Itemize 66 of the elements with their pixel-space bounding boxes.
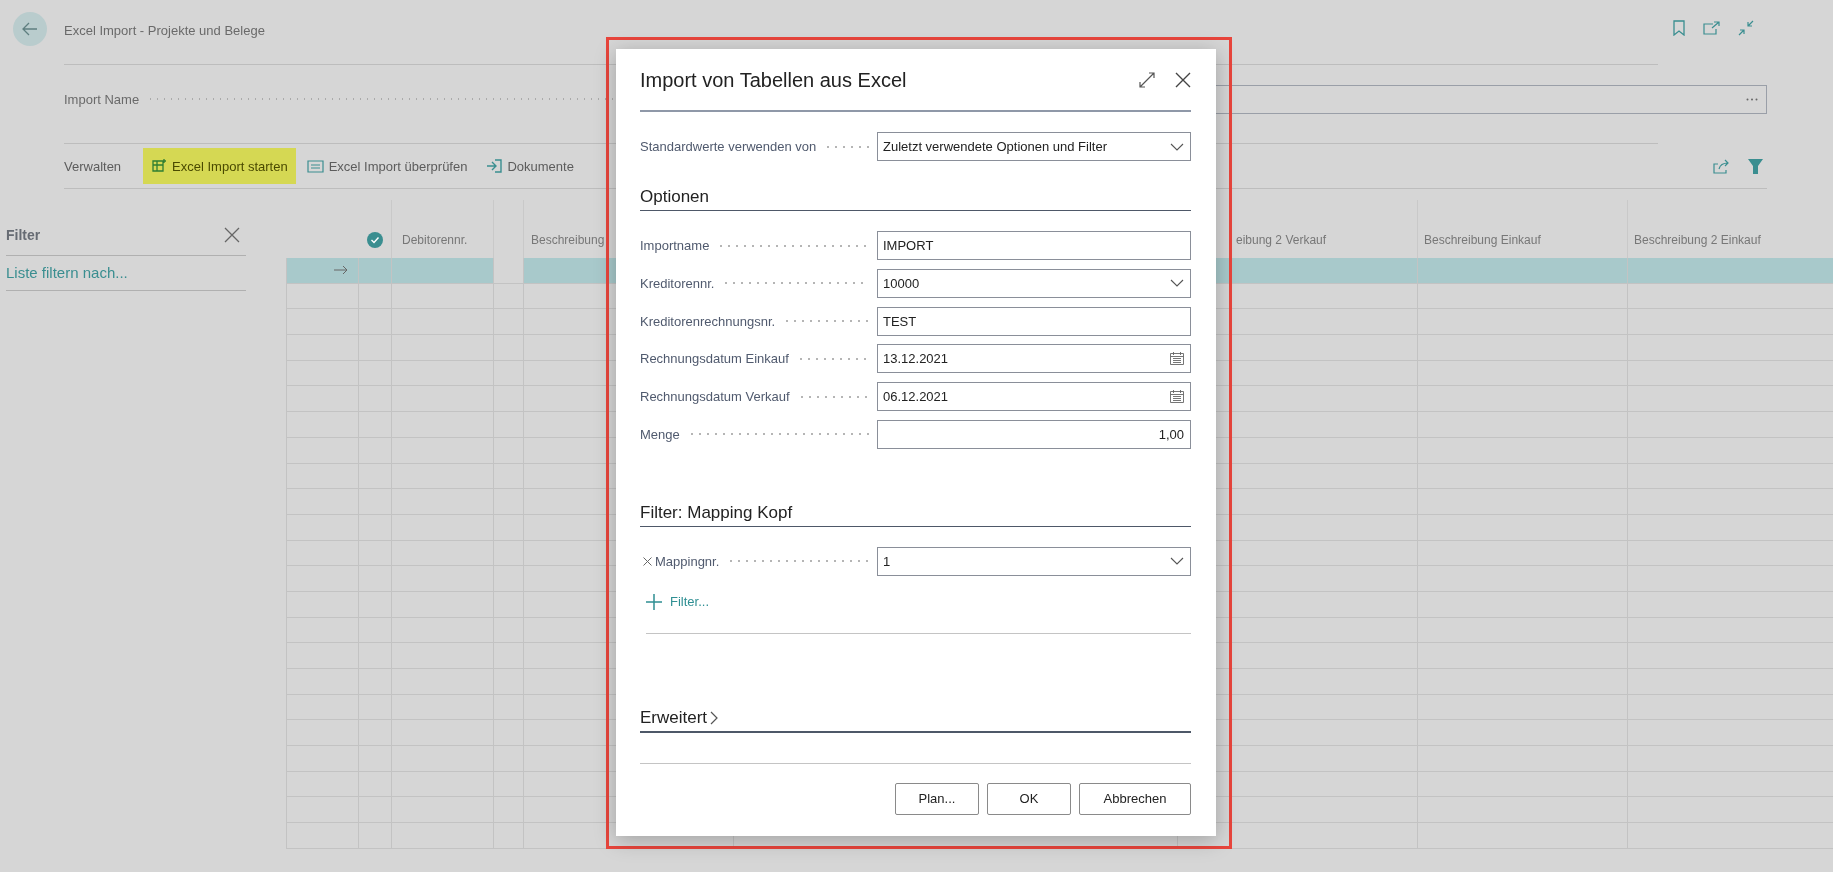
dialog-title: Import von Tabellen aus Excel [640, 69, 908, 92]
table-cell[interactable] [391, 258, 493, 284]
page-title: Excel Import - Projekte und Belege [64, 22, 265, 38]
table-cell[interactable] [358, 283, 391, 310]
filter-icon[interactable] [1748, 158, 1763, 174]
field-label: Standardwerte verwenden von [640, 139, 817, 154]
arrow-icon [334, 265, 348, 276]
section-heading: Filter: Mapping Kopf [640, 503, 1191, 527]
field-label: Import Name [64, 91, 140, 107]
close-icon[interactable] [1175, 71, 1191, 88]
dialog-button[interactable]: Abbrechen [1079, 783, 1191, 815]
section-heading[interactable]: Erweitert [640, 708, 1191, 733]
field-label: Rechnungsdatum Verkauf [640, 389, 790, 405]
more-icon[interactable] [1746, 97, 1758, 101]
input-field[interactable]: IMPORT [877, 231, 1191, 260]
table-cell[interactable] [493, 258, 523, 284]
dropdown-field[interactable]: 10000 [877, 268, 1191, 298]
pop-out-icon[interactable] [1703, 21, 1720, 35]
add-filter-link[interactable]: Filter... [670, 594, 709, 610]
chevron-down-icon [1170, 557, 1184, 566]
toolbar-button[interactable]: Excel Import starten [143, 148, 296, 184]
plus-icon[interactable] [646, 594, 662, 610]
filter-pane-title: Filter [6, 227, 41, 243]
field-label: Mappingnr. [655, 554, 720, 569]
collapse-icon[interactable] [1738, 20, 1754, 36]
table-cell[interactable] [286, 258, 358, 284]
bookmark-icon[interactable] [1673, 20, 1685, 36]
back-arrow-icon [22, 22, 38, 36]
calendar-icon[interactable] [1170, 352, 1184, 366]
field-label: Kreditorennr. [640, 275, 715, 291]
remove-icon[interactable] [643, 557, 652, 566]
field-label: Importname [640, 238, 710, 253]
table-cell[interactable] [1417, 283, 1627, 310]
field-label: Kreditorenrechnungsnr. [640, 313, 776, 329]
chevron-down-icon [1170, 142, 1184, 151]
input-field[interactable]: TEST [877, 306, 1191, 336]
table-cell[interactable] [286, 283, 358, 310]
table-cell[interactable] [1627, 258, 1833, 284]
calendar-icon[interactable] [1170, 390, 1184, 404]
document-list-icon [306, 159, 324, 173]
date-field[interactable]: 13.12.2021 [877, 344, 1191, 374]
toolbar-button[interactable]: Dokumente [478, 148, 582, 184]
dialog-button[interactable]: OK [987, 783, 1071, 815]
chevron-right-icon [710, 711, 719, 725]
share-icon[interactable] [1713, 158, 1730, 174]
check-icon[interactable] [366, 232, 383, 248]
table-cell[interactable] [358, 258, 391, 284]
dialog-button[interactable]: Plan... [895, 783, 979, 815]
toolbar-button[interactable]: Verwalten [64, 148, 130, 184]
spreadsheet-icon [151, 158, 168, 174]
table-cell[interactable] [391, 283, 493, 310]
field-label: Menge [640, 427, 680, 442]
dropdown-field[interactable]: 1 [877, 547, 1191, 576]
date-field[interactable]: 06.12.2021 [877, 382, 1191, 412]
import-icon [486, 159, 503, 173]
input-field[interactable]: 1,00 [877, 420, 1191, 449]
toolbar-button[interactable]: Excel Import überprüfen [298, 148, 476, 184]
table-cell[interactable] [1627, 283, 1833, 310]
table-cell[interactable] [1417, 258, 1627, 284]
defaults-dropdown[interactable]: Zuletzt verwendete Optionen und Filter [877, 132, 1191, 161]
expand-icon[interactable] [1139, 71, 1155, 88]
table-cell[interactable] [493, 283, 523, 310]
section-heading: Optionen [640, 187, 1191, 211]
field-label: Rechnungsdatum Einkauf [640, 351, 789, 367]
chevron-down-icon [1170, 279, 1184, 288]
back-button[interactable] [13, 12, 47, 46]
